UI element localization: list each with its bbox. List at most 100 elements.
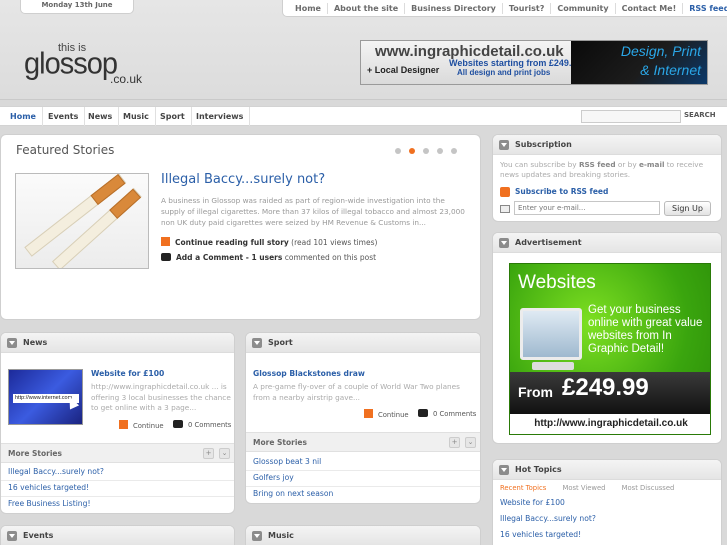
events-header[interactable]: Events xyxy=(1,526,234,545)
comment-icon xyxy=(161,253,171,261)
ad-copy: Get your business online with great valu… xyxy=(588,304,703,355)
subscription-title: Subscription xyxy=(515,140,572,149)
collapse-icon[interactable] xyxy=(7,530,17,541)
monitor-base xyxy=(532,362,574,370)
more-stories-title: More Stories xyxy=(253,438,307,447)
news-more-stories-bar: More Stories + ⌄ xyxy=(1,443,234,463)
more-story-item[interactable]: Bring on next season xyxy=(253,489,333,498)
topnav-about[interactable]: About the site xyxy=(326,2,404,14)
main-navigation: Home Events News Music Sport Interviews … xyxy=(0,106,727,126)
divider xyxy=(246,486,480,487)
subscribe-rss-link[interactable]: Subscribe to RSS feed xyxy=(515,187,608,196)
news-continue-link[interactable]: Continue xyxy=(119,420,164,430)
slide-dot[interactable] xyxy=(437,148,443,154)
next-icon[interactable]: ⌄ xyxy=(465,437,476,448)
music-header[interactable]: Music xyxy=(246,526,480,545)
advertisement-header[interactable]: Advertisement xyxy=(493,233,721,253)
collapse-icon[interactable] xyxy=(499,237,509,248)
continue-reading-row[interactable]: Continue reading full story (read 101 vi… xyxy=(161,237,377,247)
collapse-icon[interactable] xyxy=(252,337,262,348)
news-header[interactable]: News xyxy=(1,333,234,353)
hot-topics-header[interactable]: Hot Topics xyxy=(493,460,721,480)
sign-up-button[interactable]: Sign Up xyxy=(664,201,711,216)
sport-comments-link[interactable]: 0 Comments xyxy=(418,409,476,418)
prev-icon[interactable]: + xyxy=(203,448,214,459)
sport-continue-link[interactable]: Continue xyxy=(364,409,409,419)
news-comments-link[interactable]: 0 Comments xyxy=(173,420,231,429)
slide-dot-active[interactable] xyxy=(409,148,415,154)
news-title: News xyxy=(23,338,48,347)
header-banner-ad[interactable]: www.ingraphicdetail.co.uk + Local Design… xyxy=(360,40,708,85)
more-story-item[interactable]: Glossop beat 3 nil xyxy=(253,457,321,466)
featured-body: A business in Glossop was raided as part… xyxy=(161,196,465,227)
more-story-item[interactable]: Free Business Listing! xyxy=(8,499,91,508)
search-button[interactable]: SEARCH xyxy=(684,111,716,119)
collapse-icon[interactable] xyxy=(499,139,509,150)
collapse-icon[interactable] xyxy=(7,337,17,348)
prev-icon[interactable]: + xyxy=(449,437,460,448)
news-story-image[interactable]: http://www.internet.com xyxy=(8,369,83,425)
email-link[interactable]: e-mail xyxy=(639,160,665,169)
subscription-header[interactable]: Subscription xyxy=(493,135,721,155)
mainnav-music[interactable]: Music xyxy=(117,107,156,126)
logo-line-2: glossop xyxy=(24,47,118,81)
more-story-item[interactable]: Illegal Baccy...surely not? xyxy=(8,467,104,476)
hot-topic-item[interactable]: 16 vehicles targeted! xyxy=(500,530,581,539)
websites-ad[interactable]: Websites Get your business online with g… xyxy=(509,263,711,435)
slide-dot[interactable] xyxy=(451,148,457,154)
plus-icon xyxy=(364,409,373,418)
collapse-icon[interactable] xyxy=(499,464,509,475)
news-panel: News http://www.internet.com Website for… xyxy=(0,332,235,514)
tab-recent-topics[interactable]: Recent Topics xyxy=(500,484,546,492)
music-title: Music xyxy=(268,531,294,540)
tab-most-viewed[interactable]: Most Viewed xyxy=(562,484,605,492)
music-panel: Music xyxy=(245,525,481,545)
more-story-item[interactable]: Golfers joy xyxy=(253,473,294,482)
advertisement-title: Advertisement xyxy=(515,238,582,247)
views-count: (read 101 views times) xyxy=(291,238,378,247)
sport-header[interactable]: Sport xyxy=(246,333,480,353)
collapse-icon[interactable] xyxy=(252,530,262,541)
news-story-title[interactable]: Website for £100 xyxy=(91,369,164,378)
more-story-item[interactable]: 16 vehicles targeted! xyxy=(8,483,89,492)
sport-panel: Sport Glossop Blackstones draw A pre-gam… xyxy=(245,332,481,504)
mainnav-home[interactable]: Home xyxy=(4,107,43,126)
featured-title: Featured Stories xyxy=(16,143,115,157)
featured-headline[interactable]: Illegal Baccy...surely not? xyxy=(161,172,325,187)
topnav-rss-feed[interactable]: RSS feed xyxy=(682,2,727,14)
monitor-icon xyxy=(520,308,582,360)
featured-stories-panel: Featured Stories Illegal Baccy...surely … xyxy=(0,134,481,320)
topnav-tourist[interactable]: Tourist? xyxy=(501,2,551,14)
mainnav-sport[interactable]: Sport xyxy=(154,107,192,126)
topnav-business-directory[interactable]: Business Directory xyxy=(404,2,502,14)
rss-icon xyxy=(500,187,510,197)
mainnav-news[interactable]: News xyxy=(82,107,120,126)
comment-icon xyxy=(418,409,428,417)
next-icon[interactable]: ⌄ xyxy=(219,448,230,459)
topnav-community[interactable]: Community xyxy=(550,2,614,14)
banner-all-design: All design and print jobs xyxy=(457,68,551,77)
mainnav-interviews[interactable]: Interviews xyxy=(190,107,251,126)
mainnav-events[interactable]: Events xyxy=(42,107,86,126)
date-label: Monday 13th June xyxy=(20,0,134,14)
email-field[interactable] xyxy=(514,201,660,215)
hot-topic-item[interactable]: Illegal Baccy...surely not? xyxy=(500,514,596,523)
topnav-home[interactable]: Home xyxy=(289,3,327,14)
search-input[interactable] xyxy=(581,110,681,123)
slide-dot[interactable] xyxy=(423,148,429,154)
sport-story-body: A pre-game fly-over of a couple of World… xyxy=(253,382,460,402)
hot-topic-item[interactable]: Website for £100 xyxy=(500,498,565,507)
site-logo[interactable]: this is glossop .co.uk xyxy=(24,42,144,88)
continue-reading-link[interactable]: Continue reading full story xyxy=(175,238,289,247)
top-navigation: Home About the site Business Directory T… xyxy=(282,0,727,17)
featured-story-image[interactable] xyxy=(15,173,149,269)
plus-icon xyxy=(161,237,170,246)
slide-dot[interactable] xyxy=(395,148,401,154)
rss-feed-link[interactable]: RSS feed xyxy=(579,160,616,169)
add-comment-link[interactable]: Add a Comment - 1 users xyxy=(176,253,282,262)
tab-most-discussed[interactable]: Most Discussed xyxy=(622,484,675,492)
subscription-text: You can subscribe by RSS feed or by e-ma… xyxy=(500,160,704,179)
topnav-contact[interactable]: Contact Me! xyxy=(614,2,683,14)
sport-story-title[interactable]: Glossop Blackstones draw xyxy=(253,369,365,378)
add-comment-row[interactable]: Add a Comment - 1 users commented on thi… xyxy=(161,253,376,262)
